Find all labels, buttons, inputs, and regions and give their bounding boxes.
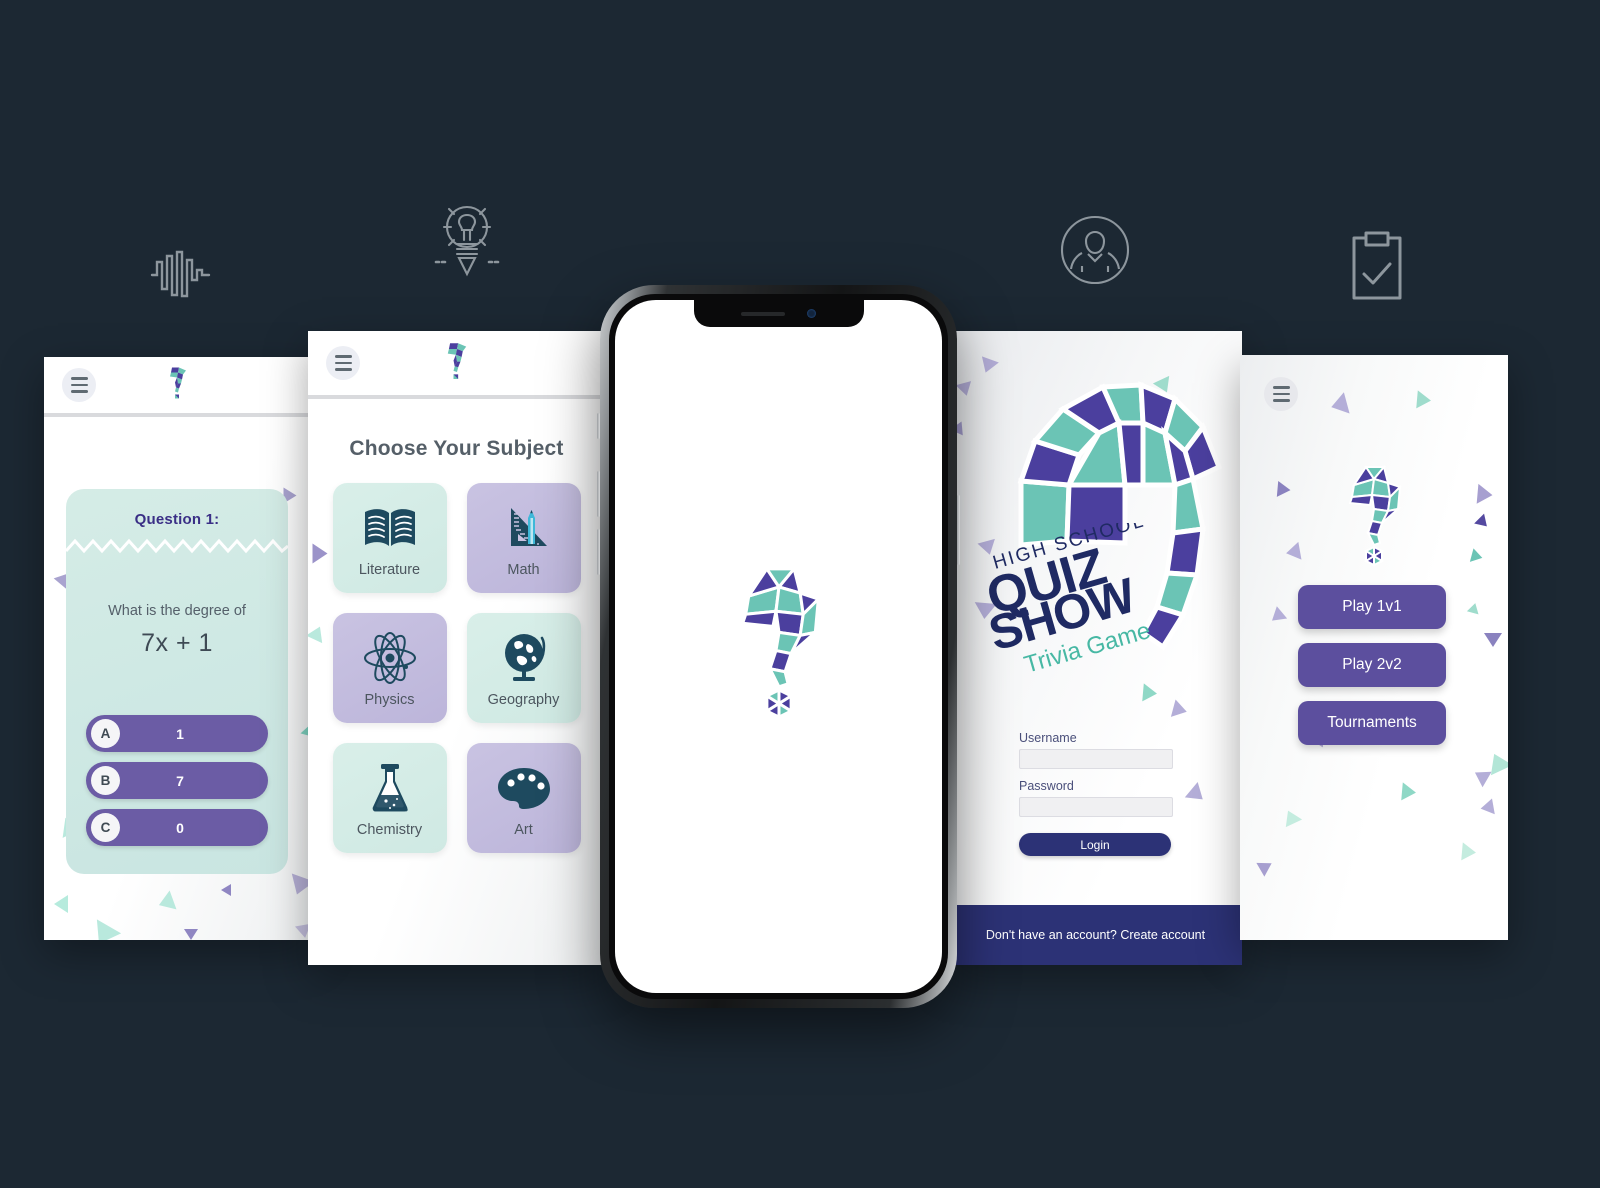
soundwave-icon (150, 248, 216, 303)
quiz-mosaic-question-mark (721, 564, 836, 729)
flask-icon (368, 758, 412, 818)
globe-icon (498, 628, 550, 688)
answer-option-b[interactable]: B 7 (86, 762, 268, 799)
confetti-triangle (1461, 842, 1477, 862)
confetti-triangle (1401, 782, 1417, 802)
subject-grid: Literature Math Physics Geography Chemis… (332, 483, 581, 853)
clipboard-check-icon (1348, 230, 1406, 302)
mute-switch[interactable] (597, 413, 600, 439)
play-menu-screen: Play 1v1 Play 2v2 Tournaments (1240, 355, 1508, 940)
subject-label: Math (507, 562, 540, 578)
hamburger-menu[interactable] (326, 346, 360, 380)
confetti-triangle (1476, 483, 1494, 506)
app-showcase-canvas: Question 1: What is the degree of 7x + 1… (0, 0, 1600, 1188)
subject-label: Chemistry (356, 822, 423, 838)
confetti-triangle (1484, 633, 1502, 647)
question-expression: 7x + 1 (141, 629, 213, 657)
login-form: Username Password Login (1019, 731, 1173, 856)
play-2v2-button[interactable]: Play 2v2 (1298, 643, 1446, 687)
confetti-triangle (184, 929, 198, 940)
subject-label: Art (514, 822, 533, 838)
open-book-icon (363, 498, 417, 558)
zigzag-divider (66, 538, 288, 554)
subject-card-physics[interactable]: Physics (332, 613, 447, 723)
confetti-triangle (1276, 480, 1292, 499)
create-account-link[interactable]: Don't have an account? Create account (986, 928, 1205, 942)
answer-letter: C (91, 813, 120, 842)
quiz-mosaic-question-mark (1336, 464, 1412, 574)
subject-label: Geography (487, 692, 560, 708)
page-title: Choose Your Subject (349, 437, 564, 460)
question-title: Question 1: (134, 511, 220, 528)
palette-icon (496, 758, 552, 818)
question-screen: Question 1: What is the degree of 7x + 1… (44, 357, 312, 940)
confetti-triangle (308, 622, 329, 644)
answer-list: A 1 B 7 C 0 (86, 715, 268, 856)
confetti-triangle (155, 890, 177, 915)
answer-option-c[interactable]: C 0 (86, 809, 268, 846)
subject-card-geography[interactable]: Geography (466, 613, 581, 723)
confetti-triangle (312, 543, 328, 564)
login-screen: HIGH SCHOOL QUIZ SHOW Trivia Game Userna… (949, 331, 1242, 965)
screen-header (308, 331, 605, 399)
ruler-pencil-icon (497, 498, 551, 558)
confetti-triangle (1284, 541, 1302, 563)
subject-card-art[interactable]: Art (466, 743, 581, 853)
answer-letter: B (91, 766, 120, 795)
confetti-triangle (221, 884, 231, 896)
earpiece-speaker (741, 311, 785, 316)
password-input[interactable] (1019, 797, 1173, 817)
user-avatar-icon (1060, 215, 1130, 285)
subject-label: Physics (364, 692, 415, 708)
username-input[interactable] (1019, 749, 1173, 769)
username-label: Username (1019, 731, 1077, 745)
power-button[interactable] (957, 495, 960, 565)
volume-down-button[interactable] (597, 529, 600, 575)
phone-notch (693, 300, 864, 327)
subject-card-literature[interactable]: Literature (332, 483, 447, 593)
quiz-logo-icon (442, 341, 472, 386)
front-camera (807, 309, 816, 318)
create-account-bar[interactable]: Don't have an account? Create account (949, 905, 1242, 965)
password-label: Password (1019, 779, 1074, 793)
confetti-triangle (86, 919, 122, 940)
atom-icon (362, 628, 418, 688)
volume-up-button[interactable] (597, 471, 600, 517)
quiz-logo-icon (165, 366, 191, 405)
tournaments-button[interactable]: Tournaments (1298, 701, 1446, 745)
subject-card-math[interactable]: Math (466, 483, 581, 593)
question-card: Question 1: What is the degree of 7x + 1… (66, 489, 288, 874)
quiz-show-wordmark: HIGH SCHOOL QUIZ SHOW Trivia Game (980, 510, 1217, 678)
subject-select-screen: Choose Your Subject Literature Math Phys… (308, 331, 605, 965)
confetti-triangle (54, 895, 68, 913)
login-button[interactable]: Login (1019, 833, 1171, 856)
confetti-triangle (1479, 798, 1495, 817)
phone-display (615, 300, 942, 993)
hamburger-menu[interactable] (1264, 377, 1298, 411)
answer-option-a[interactable]: A 1 (86, 715, 268, 752)
play-1v1-button[interactable]: Play 1v1 (1298, 585, 1446, 629)
hamburger-menu[interactable] (62, 368, 96, 402)
screen-header (44, 357, 312, 417)
question-prompt: What is the degree of (108, 603, 246, 619)
subject-card-chemistry[interactable]: Chemistry (332, 743, 447, 853)
iphone-mockup (597, 285, 960, 1008)
answer-letter: A (91, 719, 120, 748)
confetti-triangle (1416, 390, 1432, 410)
lightbulb-pencil-icon (432, 196, 502, 286)
play-button-group: Play 1v1 Play 2v2 Tournaments (1298, 585, 1446, 759)
subject-label: Literature (358, 562, 421, 578)
